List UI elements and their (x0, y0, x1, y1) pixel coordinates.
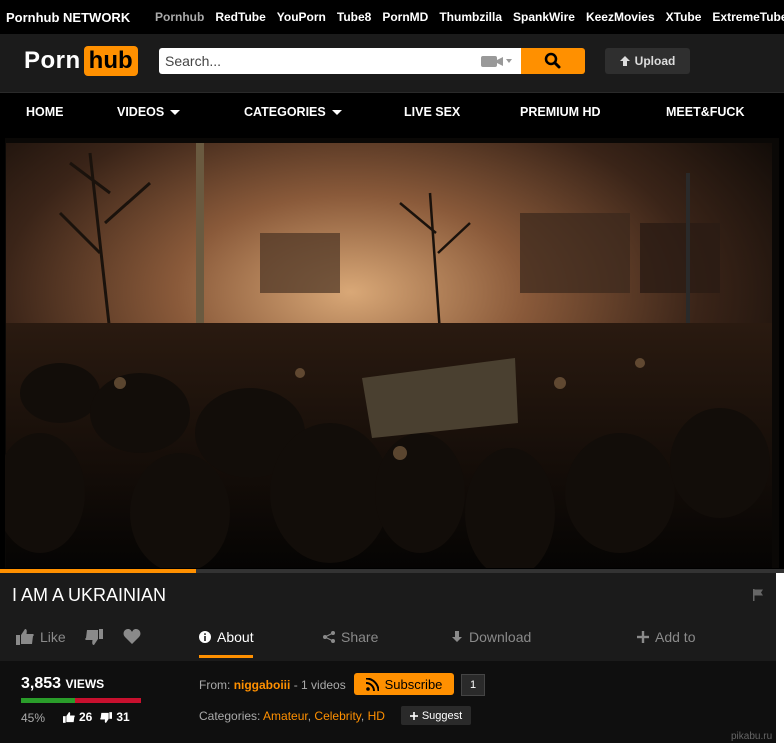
video-player[interactable] (0, 133, 784, 573)
download-label: Download (469, 629, 532, 645)
tab-add-to[interactable]: Add to (637, 629, 695, 645)
categories: Categories: Amateur, Celebrity, HD (199, 709, 385, 723)
uploader-link[interactable]: niggaboiii (234, 678, 291, 692)
search-input[interactable] (159, 48, 471, 74)
dislike-button[interactable] (85, 629, 103, 645)
subscribe-button[interactable]: Subscribe (354, 673, 454, 695)
upload-button[interactable]: Upload (605, 48, 690, 74)
network-link[interactable]: RedTube (215, 10, 265, 24)
add-to-label: Add to (655, 629, 696, 645)
rating-bar (21, 698, 141, 703)
network-link[interactable]: Pornhub (155, 10, 204, 24)
category-link[interactable]: Amateur (263, 709, 308, 723)
share-icon (323, 631, 335, 643)
view-count-label: VIEWS (65, 677, 105, 691)
about-label: About (217, 629, 254, 645)
network-link[interactable]: Tube8 (337, 10, 371, 24)
network-link[interactable]: ExtremeTube (712, 10, 784, 24)
logo-badge: hub (83, 46, 138, 76)
plus-icon (409, 711, 418, 720)
main-nav: HOME VIDEOS CATEGORIES LIVE SEX PREMIUM … (0, 92, 784, 134)
thumbs-down-icon (85, 629, 103, 645)
network-link[interactable]: KeezMovies (586, 10, 655, 24)
nav-meet[interactable]: MEET&FUCK (666, 105, 744, 119)
search-box (159, 48, 521, 74)
tab-share[interactable]: Share (323, 629, 378, 645)
nav-premium-hd[interactable]: PREMIUM HD (520, 105, 601, 119)
rating-percent: 45% (21, 711, 46, 725)
upload-label: Upload (634, 54, 676, 68)
rating-bar-positive (21, 698, 75, 703)
nav-categories[interactable]: CATEGORIES (244, 105, 342, 119)
plus-icon (637, 631, 649, 643)
rss-icon (365, 677, 379, 691)
nav-live-sex[interactable]: LIVE SEX (404, 105, 460, 119)
tab-about[interactable]: About (199, 629, 254, 645)
view-count-number: 3,853 (21, 675, 62, 692)
vote-counts: 26 31 (63, 710, 130, 724)
chevron-down-icon (170, 110, 181, 116)
heart-icon (123, 629, 141, 644)
category-link[interactable]: HD (368, 709, 385, 723)
network-brand[interactable]: Pornhub NETWORK (6, 10, 130, 25)
upload-arrow-icon (619, 56, 630, 66)
up-vote-count: 26 (79, 710, 93, 724)
nav-videos[interactable]: VIDEOS (117, 105, 181, 119)
share-label: Share (341, 629, 379, 645)
search-icon (544, 52, 561, 69)
nav-home[interactable]: HOME (26, 105, 64, 119)
view-count: 3,853 VIEWS (21, 675, 104, 693)
thumbs-down-icon[interactable] (100, 711, 113, 723)
down-vote-count: 31 (116, 710, 130, 724)
from-label: From: (199, 678, 231, 692)
logo-text: Porn (24, 47, 81, 74)
favorite-button[interactable] (123, 629, 141, 645)
search-button[interactable] (521, 48, 585, 74)
video-frame-image (0, 133, 784, 573)
uploader-video-count: - 1 videos (293, 678, 346, 692)
site-logo[interactable]: Porn hub (24, 46, 138, 76)
suggest-category-button[interactable]: Suggest (401, 706, 471, 725)
nav-videos-label: VIDEOS (117, 105, 165, 119)
active-tab-indicator (199, 655, 253, 658)
uploader-info: From: niggaboiii - 1 videos (199, 678, 346, 692)
category-link[interactable]: Celebrity (314, 709, 360, 723)
network-bar: Pornhub NETWORK Pornhub RedTube YouPorn … (0, 0, 784, 34)
watermark: pikabu.ru (731, 731, 773, 742)
network-link[interactable]: YouPorn (277, 10, 326, 24)
info-icon (199, 631, 211, 643)
video-info: I AM A UKRAINIAN Like About Share Downlo… (0, 573, 776, 743)
network-links: Pornhub RedTube YouPorn Tube8 PornMD Thu… (155, 10, 784, 24)
nav-categories-label: CATEGORIES (244, 105, 326, 119)
network-link[interactable]: PornMD (382, 10, 428, 24)
thumbs-up-icon[interactable] (63, 711, 75, 723)
video-title: I AM A UKRAINIAN (12, 585, 167, 605)
categories-label: Categories: (199, 709, 261, 723)
video-stats: 3,853 VIEWS 45% 26 31 From: niggaboiii -… (0, 661, 776, 743)
video-actions: Like About Share Download Add to (0, 623, 776, 661)
network-link[interactable]: Thumbzilla (439, 10, 502, 24)
tab-download[interactable]: Download (451, 629, 531, 645)
flag-icon[interactable] (752, 589, 764, 601)
subscribe-label: Subscribe (384, 676, 443, 692)
like-button[interactable]: Like (16, 629, 66, 645)
subscriber-count: 1 (461, 674, 485, 696)
chevron-down-icon (331, 110, 342, 116)
suggest-label: Suggest (421, 709, 463, 722)
thumbs-up-icon (16, 629, 34, 645)
video-camera-icon[interactable] (481, 54, 513, 68)
site-header: Porn hub Upload (0, 34, 784, 92)
download-icon (452, 631, 462, 642)
network-link[interactable]: XTube (666, 10, 702, 24)
network-link[interactable]: SpankWire (513, 10, 575, 24)
like-label: Like (40, 629, 66, 645)
